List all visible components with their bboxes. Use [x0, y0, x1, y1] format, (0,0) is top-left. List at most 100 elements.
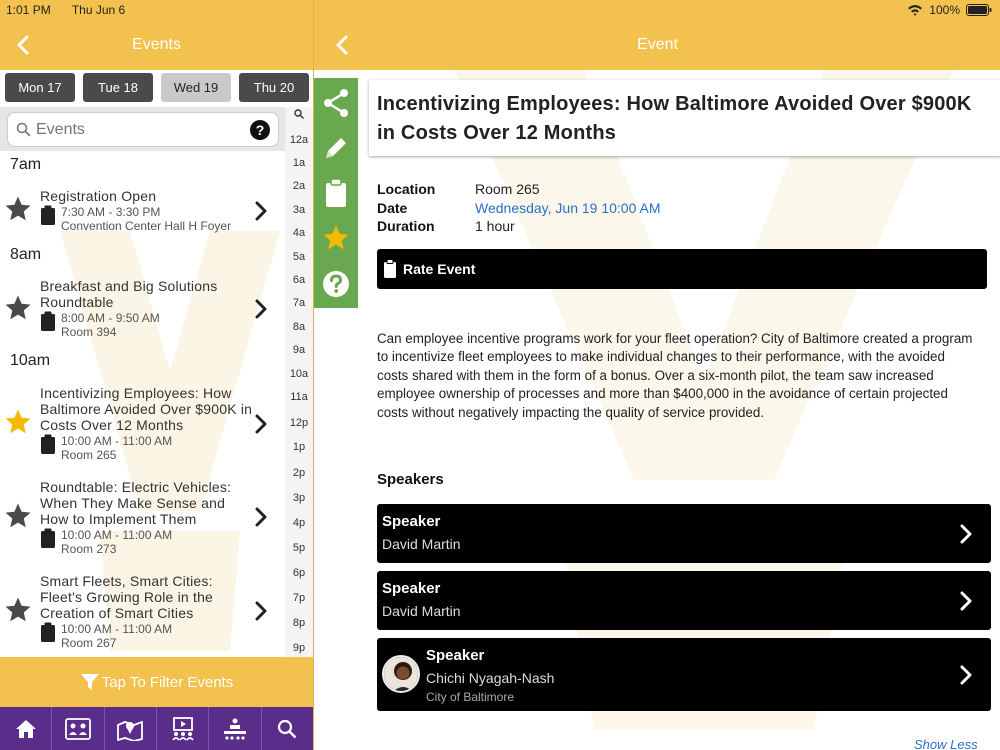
- event-time: 10:00 AM - 11:00 AM: [61, 622, 173, 636]
- chevron-right-icon: [255, 201, 267, 221]
- filter-icon: [80, 674, 99, 690]
- event-row[interactable]: Roundtable: Electric Vehicles: When They…: [0, 471, 285, 561]
- date-link[interactable]: Wednesday, Jun 19 10:00 AM: [475, 200, 661, 216]
- star-icon: [323, 225, 349, 250]
- duration-row: Duration 1 hour: [377, 218, 977, 237]
- star-icon[interactable]: [3, 407, 33, 437]
- show-less-link[interactable]: Show Less: [914, 737, 978, 750]
- index-item[interactable]: 7a: [285, 297, 313, 309]
- chevron-right-icon: [960, 665, 972, 685]
- index-item[interactable]: 12p: [285, 417, 313, 429]
- index-item[interactable]: 3p: [285, 492, 313, 504]
- rate-event-button[interactable]: Rate Event: [377, 249, 987, 289]
- nav-title: Event: [637, 36, 678, 53]
- star-icon[interactable]: [3, 194, 33, 224]
- index-item[interactable]: 2a: [285, 180, 313, 192]
- index-item[interactable]: 2p: [285, 467, 313, 479]
- favorite-button[interactable]: [314, 216, 358, 260]
- index-item[interactable]: 8a: [285, 321, 313, 333]
- tab-search[interactable]: [262, 707, 313, 750]
- event-row[interactable]: Incentivizing Employees: How Baltimore A…: [0, 377, 285, 467]
- tab-presentations[interactable]: [157, 707, 210, 750]
- search-input[interactable]: [36, 119, 246, 141]
- index-item[interactable]: 10a: [285, 368, 313, 380]
- exhibitors-icon: [223, 718, 246, 740]
- left-nav-bar: Events: [0, 20, 313, 70]
- star-icon[interactable]: [3, 293, 33, 323]
- date-label: Date: [377, 199, 408, 216]
- event-row[interactable]: Smart Fleets, Smart Cities: Fleet's Grow…: [0, 565, 285, 657]
- event-list-pane: 1:01 PM Thu Jun 6 Events Mon 17 Tue 18 W…: [0, 0, 313, 750]
- index-item[interactable]: 1a: [285, 157, 313, 169]
- event-action-bar: [314, 78, 358, 308]
- tab-home[interactable]: [0, 707, 53, 750]
- index-item[interactable]: 5a: [285, 251, 313, 263]
- day-button-tue[interactable]: Tue 18: [83, 73, 153, 102]
- share-button[interactable]: [314, 81, 358, 125]
- chevron-right-icon: [255, 299, 267, 319]
- event-location: Convention Center Hall H Foyer: [61, 219, 232, 233]
- home-icon: [15, 719, 36, 738]
- hour-label-8am: 8am: [10, 246, 42, 263]
- time-index-bar[interactable]: 12a 1a 2a 3a 4a 5a 6a 7a 8a 9a 10a 11a 1…: [285, 107, 313, 657]
- chevron-right-icon: [960, 524, 972, 544]
- help-icon[interactable]: ?: [250, 120, 270, 140]
- duration-value: 1 hour: [475, 218, 515, 234]
- speaker-name: David Martin: [382, 536, 461, 552]
- tab-map[interactable]: [105, 707, 157, 750]
- event-header: Incentivizing Employees: How Baltimore A…: [369, 80, 1000, 156]
- day-button-thu[interactable]: Thu 20: [239, 73, 309, 102]
- day-button-mon[interactable]: Mon 17: [5, 73, 75, 102]
- index-item[interactable]: 4p: [285, 517, 313, 529]
- event-row[interactable]: Breakfast and Big Solutions Roundtable 8…: [0, 271, 285, 346]
- chevron-right-icon: [960, 591, 972, 611]
- speaker-card[interactable]: Speaker David Martin: [377, 504, 991, 563]
- index-item[interactable]: 7p: [285, 592, 313, 604]
- day-button-wed[interactable]: Wed 19: [161, 73, 231, 102]
- speaker-role: Speaker: [426, 647, 485, 664]
- star-icon[interactable]: [3, 501, 33, 531]
- speaker-card[interactable]: Speaker David Martin: [377, 571, 991, 630]
- hour-label-10am: 10am: [10, 352, 51, 369]
- battery-percent: 100%: [929, 3, 960, 17]
- event-list: 7am Registration Open 7:30 AM - 3:30 PM …: [0, 151, 285, 657]
- index-item[interactable]: 12a: [285, 134, 313, 146]
- index-item[interactable]: 4a: [285, 227, 313, 239]
- index-item[interactable]: 6a: [285, 274, 313, 286]
- event-title: Smart Fleets, Smart Cities: Fleet's Grow…: [40, 573, 214, 621]
- filter-events-button[interactable]: Tap To Filter Events: [0, 657, 313, 707]
- attendees-icon: [65, 717, 91, 740]
- event-title: Registration Open: [40, 188, 157, 204]
- index-item[interactable]: 8p: [285, 617, 313, 629]
- nav-title: Events: [132, 36, 181, 53]
- filter-label: Tap To Filter Events: [101, 673, 234, 691]
- help-button[interactable]: [314, 262, 358, 306]
- notes-button[interactable]: [314, 126, 358, 170]
- index-item[interactable]: 5p: [285, 542, 313, 554]
- index-search-icon[interactable]: [285, 109, 313, 122]
- clipboard-icon: [41, 528, 55, 548]
- star-icon[interactable]: [3, 595, 33, 625]
- duration-label: Duration: [377, 218, 435, 234]
- index-item[interactable]: 9a: [285, 344, 313, 356]
- speakers-heading: Speakers: [377, 471, 444, 488]
- survey-button[interactable]: [314, 171, 358, 215]
- search-bar: ?: [0, 107, 285, 151]
- location-value: Room 265: [475, 181, 540, 197]
- speaker-card[interactable]: Speaker Chichi Nyagah-Nash City of Balti…: [377, 638, 991, 711]
- speaker-role: Speaker: [382, 580, 441, 597]
- speaker-role: Speaker: [382, 513, 441, 530]
- share-icon: [324, 89, 348, 117]
- event-row[interactable]: Registration Open 7:30 AM - 3:30 PM Conv…: [0, 181, 285, 241]
- index-item[interactable]: 11a: [285, 391, 313, 403]
- event-title: Incentivizing Employees: How Baltimore A…: [40, 385, 253, 433]
- event-title: Roundtable: Electric Vehicles: When They…: [40, 479, 232, 527]
- speaker-organization: City of Baltimore: [426, 690, 515, 704]
- index-item[interactable]: 3a: [285, 204, 313, 216]
- index-item[interactable]: 1p: [285, 441, 313, 453]
- status-indicators: 100%: [907, 3, 992, 17]
- tab-attendees[interactable]: [52, 707, 105, 750]
- index-item[interactable]: 9p: [285, 642, 313, 654]
- index-item[interactable]: 6p: [285, 567, 313, 579]
- tab-exhibitors[interactable]: [209, 707, 262, 750]
